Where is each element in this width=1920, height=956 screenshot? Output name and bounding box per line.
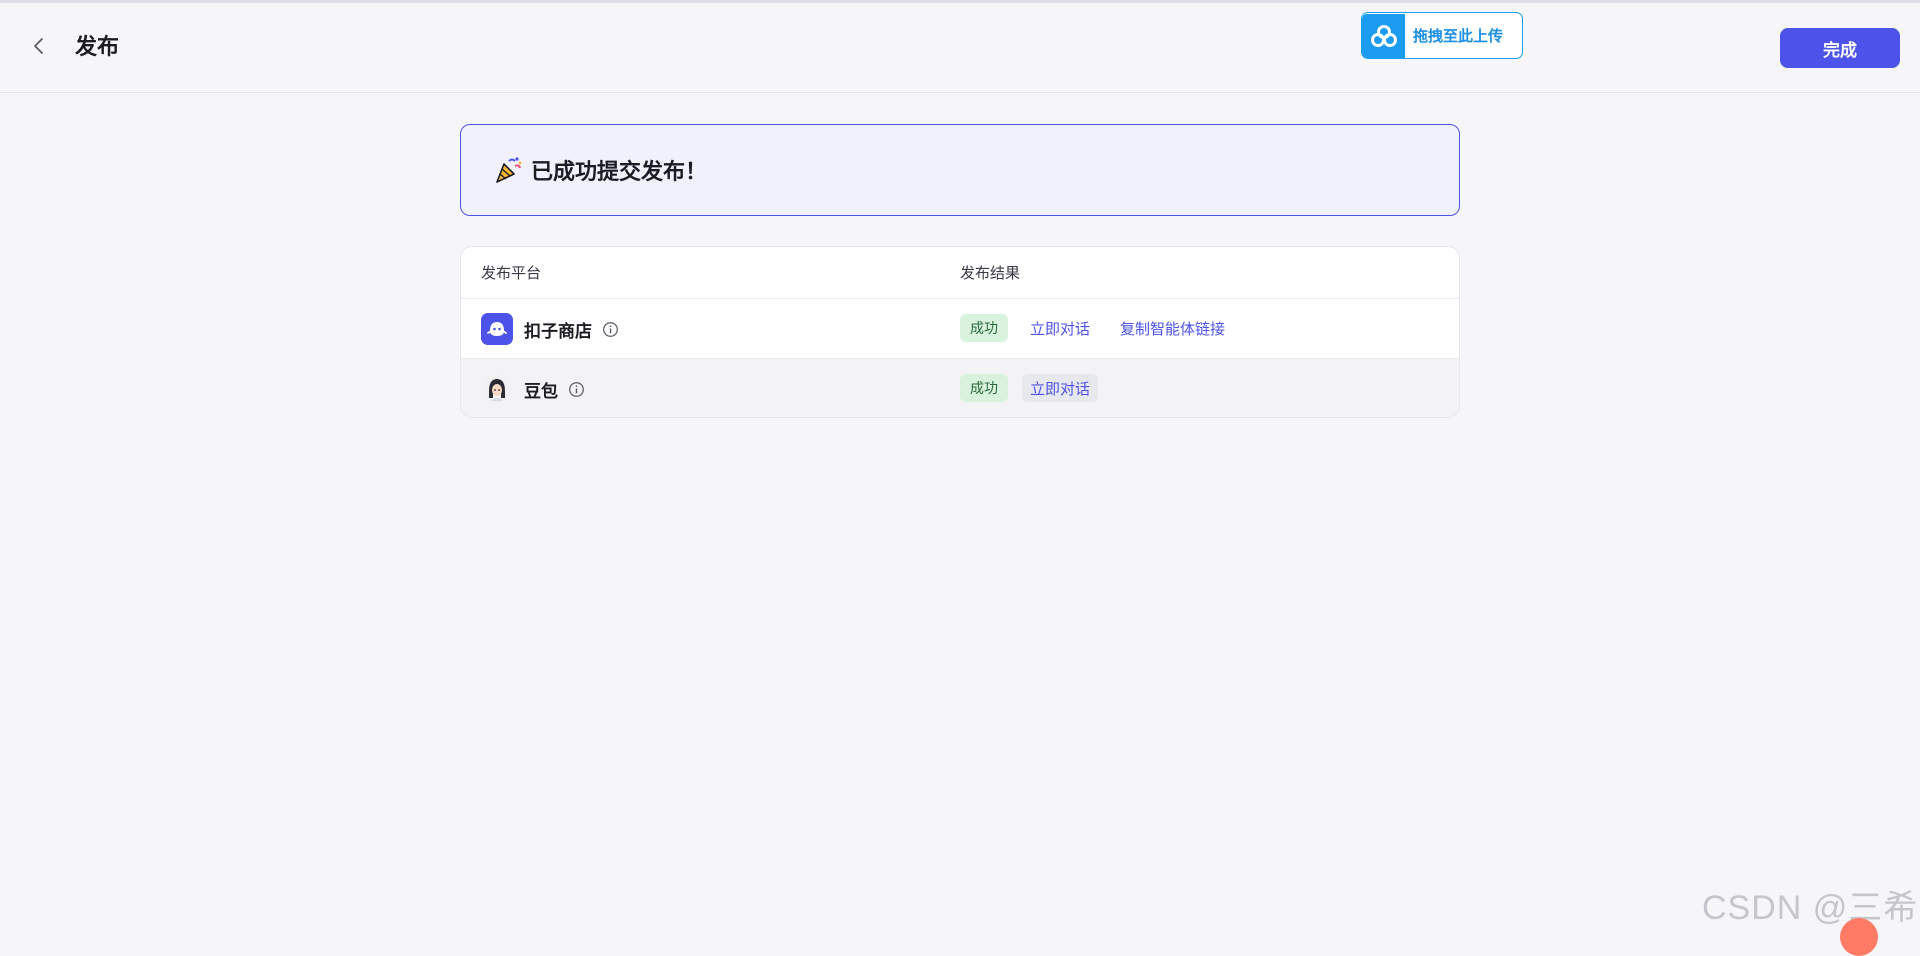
success-banner: 已成功提交发布！ xyxy=(460,124,1460,216)
doubao-avatar-icon xyxy=(481,373,513,405)
page-header: 发布 拖拽至此上传 完成 xyxy=(0,3,1920,93)
status-badge: 成功 xyxy=(960,374,1008,402)
status-badge: 成功 xyxy=(960,314,1008,342)
chat-now-link[interactable]: 立即对话 xyxy=(1022,374,1099,402)
chevron-left-icon xyxy=(34,38,43,54)
platform-name: 豆包 xyxy=(524,381,558,402)
info-icon[interactable] xyxy=(602,321,619,338)
column-header-result: 发布结果 xyxy=(960,264,1021,282)
csdn-watermark: CSDN @三希 xyxy=(1702,889,1919,927)
info-icon[interactable] xyxy=(568,381,585,398)
done-button[interactable]: 完成 xyxy=(1780,28,1900,68)
drag-upload-button[interactable]: 拖拽至此上传 xyxy=(1361,12,1523,59)
cloud-upload-icon xyxy=(1362,13,1405,58)
mascot-icon xyxy=(1840,918,1878,956)
back-button[interactable] xyxy=(24,31,54,61)
platform-cell: 扣子商店 xyxy=(481,313,619,345)
result-cell: 成功 立即对话 复制智能体链接 xyxy=(960,314,1233,342)
platform-name: 扣子商店 xyxy=(524,321,592,342)
table-row: 扣子商店 成功 立即对话 复制智能体链接 xyxy=(461,299,1459,359)
publish-result-table: 发布平台 发布结果 扣子商店 成功 立即对话 复制智能体链接 豆包 成功 立即对… xyxy=(460,246,1460,418)
page-title: 发布 xyxy=(75,35,120,60)
coze-store-icon xyxy=(481,313,513,345)
result-cell: 成功 立即对话 xyxy=(960,374,1099,402)
party-popper-icon xyxy=(496,157,522,183)
success-message: 已成功提交发布！ xyxy=(531,160,708,185)
table-row: 豆包 成功 立即对话 xyxy=(461,359,1459,417)
table-header: 发布平台 发布结果 xyxy=(461,247,1459,299)
chat-now-link[interactable]: 立即对话 xyxy=(1022,314,1098,342)
upload-label: 拖拽至此上传 xyxy=(1413,27,1504,45)
copy-agent-link[interactable]: 复制智能体链接 xyxy=(1112,314,1233,342)
column-header-platform: 发布平台 xyxy=(481,264,542,282)
platform-cell: 豆包 xyxy=(481,373,585,405)
